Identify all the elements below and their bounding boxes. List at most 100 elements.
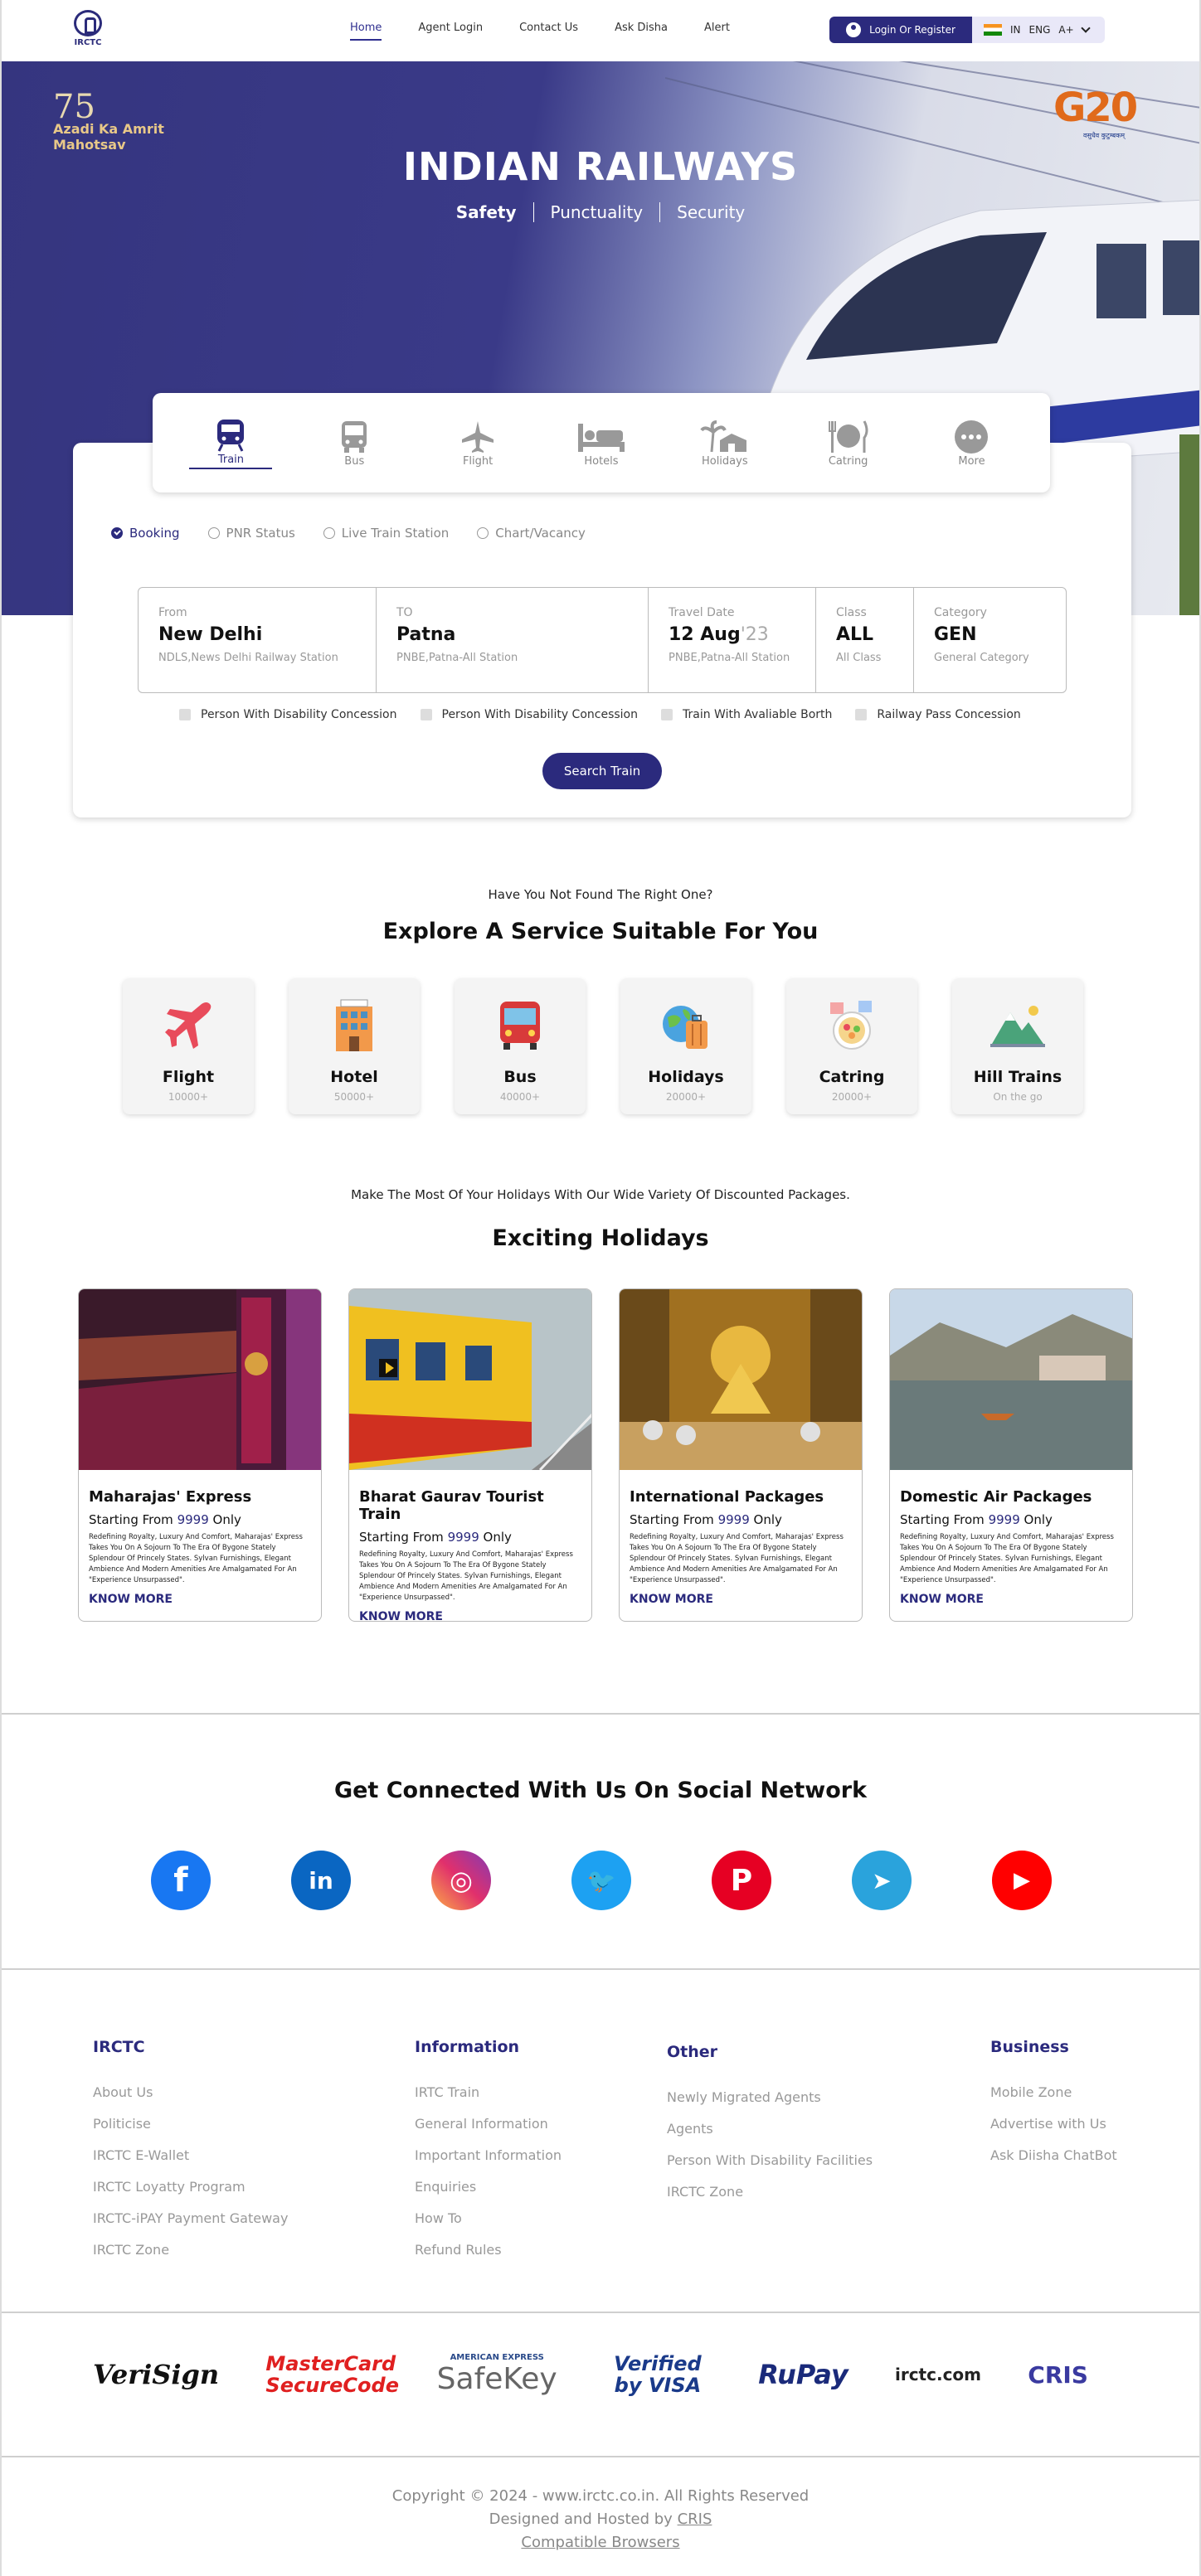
hero-title: INDIAN RAILWAYS	[402, 144, 799, 189]
holiday-card[interactable]: Bharat Gaurav Tourist Train Starting Fro…	[348, 1288, 592, 1622]
nav-alert[interactable]: Alert	[704, 22, 730, 41]
cris-link[interactable]: CRIS	[678, 2511, 712, 2528]
twitter-icon[interactable]: 🐦	[571, 1851, 631, 1910]
know-more-link[interactable]: KNOW MORE	[630, 1593, 852, 1606]
footer-link[interactable]: About Us	[93, 2084, 288, 2100]
radio-booking[interactable]: Booking	[111, 526, 180, 541]
footer-link[interactable]: Enquiries	[415, 2179, 562, 2195]
travel-date-field[interactable]: Travel Date 12 Aug'23 PNBE,Patna-All Sta…	[649, 588, 816, 692]
service-name: Holidays	[648, 1068, 724, 1086]
footer-link[interactable]: IRCTC-iPAY Payment Gateway	[93, 2210, 288, 2226]
login-register-button[interactable]: Login Or Register	[829, 17, 972, 43]
from-sub: NDLS,News Delhi Railway Station	[158, 652, 338, 664]
checkbox-available-berth[interactable]: Train With Avaliable Borth	[661, 708, 832, 721]
category-field[interactable]: Category GEN General Category	[914, 588, 1066, 692]
checkbox-disability-concession[interactable]: Person With Disability Concession	[179, 708, 397, 721]
service-flight[interactable]: Flight 10000+	[123, 978, 254, 1114]
service-count: 50000+	[333, 1091, 375, 1103]
footer-link[interactable]: Refund Rules	[415, 2242, 562, 2258]
radio-chart-vacancy[interactable]: Chart/Vacancy	[477, 526, 586, 541]
know-more-link[interactable]: KNOW MORE	[89, 1593, 311, 1606]
footer-link[interactable]: Mobile Zone	[990, 2084, 1117, 2100]
class-field[interactable]: Class ALL All Class	[816, 588, 914, 692]
international-packages-image	[620, 1289, 862, 1470]
telegram-icon[interactable]: ➤	[852, 1851, 912, 1910]
subtitle-security: Security	[659, 202, 761, 222]
language-selector[interactable]: IN ENG A+	[972, 17, 1105, 43]
tab-bus[interactable]: Bus	[313, 419, 396, 468]
subtitle-punctuality: Punctuality	[532, 202, 660, 222]
class-sub: All Class	[836, 652, 882, 664]
facebook-icon[interactable]: f	[151, 1851, 211, 1910]
service-catering[interactable]: Catring 20000+	[786, 978, 917, 1114]
checkbox-disability-concession-2[interactable]: Person With Disability Concession	[420, 708, 638, 721]
nav-home[interactable]: Home	[350, 22, 382, 41]
footer-link[interactable]: General Information	[415, 2116, 562, 2132]
tab-hotels[interactable]: Hotels	[560, 419, 643, 468]
font-size-toggle[interactable]: A+	[1058, 24, 1073, 36]
holiday-card[interactable]: Domestic Air Packages Starting From 9999…	[889, 1288, 1133, 1622]
youtube-icon[interactable]: ▶	[992, 1851, 1052, 1910]
footer-link[interactable]: Politicise	[93, 2116, 288, 2132]
footer-link[interactable]: Important Information	[415, 2147, 562, 2163]
nav-contact-us[interactable]: Contact Us	[519, 22, 578, 41]
footer-link[interactable]: IRCTC Zone	[93, 2242, 288, 2258]
user-icon	[846, 22, 862, 37]
catering-icon	[828, 420, 868, 453]
footer-link[interactable]: Ask Diisha ChatBot	[990, 2147, 1117, 2163]
holiday-card[interactable]: Maharajas' Express Starting From 9999 On…	[78, 1288, 322, 1622]
amex-label: AMERICAN EXPRESS	[450, 2353, 544, 2362]
nav-ask-disha[interactable]: Ask Disha	[615, 22, 668, 41]
pinterest-icon[interactable]: P	[712, 1851, 771, 1910]
radio-label: Live Train Station	[341, 526, 450, 541]
tab-flight[interactable]: Flight	[436, 419, 519, 468]
field-label: Category	[934, 606, 987, 619]
amex-safekey-logo: AMERICAN EXPRESS SafeKey	[437, 2353, 557, 2396]
tab-catering[interactable]: Catring	[807, 419, 890, 468]
category-sub: General Category	[934, 652, 1029, 664]
booking-mode-radios: Booking PNR Status Live Train Station Ch…	[111, 526, 614, 541]
divider	[2, 1968, 1199, 1970]
footer-link[interactable]: IRCTC E-Wallet	[93, 2147, 288, 2163]
tab-more[interactable]: More	[930, 419, 1013, 468]
compatible-browsers-link[interactable]: Compatible Browsers	[521, 2534, 679, 2551]
know-more-link[interactable]: KNOW MORE	[359, 1610, 581, 1621]
bharat-gaurav-train-image	[349, 1289, 591, 1472]
footer-link[interactable]: IRCTC Loyatty Program	[93, 2179, 288, 2195]
g20-text: G20	[1053, 85, 1138, 131]
holiday-card[interactable]: International Packages Starting From 999…	[619, 1288, 863, 1622]
to-field[interactable]: TO Patna PNBE,Patna-All Station	[377, 588, 649, 692]
tab-holidays[interactable]: Holidays	[683, 419, 766, 468]
service-hotel[interactable]: Hotel 50000+	[289, 978, 420, 1114]
service-holidays[interactable]: Holidays 20000+	[620, 978, 751, 1114]
footer-heading: Business	[990, 2038, 1069, 2056]
footer-link[interactable]: Person With Disability Facilities	[667, 2152, 873, 2168]
footer-link[interactable]: Newly Migrated Agents	[667, 2089, 873, 2105]
search-train-button[interactable]: Search Train	[542, 753, 662, 789]
footer-link[interactable]: IRTC Train	[415, 2084, 562, 2100]
linkedin-icon[interactable]: in	[291, 1851, 351, 1910]
nav-agent-login[interactable]: Agent Login	[418, 22, 483, 41]
footer-link[interactable]: IRCTC Zone	[667, 2184, 873, 2200]
service-hill-trains[interactable]: Hill Trains On the go	[952, 978, 1083, 1114]
card-price: Starting From 9999 Only	[359, 1530, 581, 1545]
tab-train[interactable]: Train	[189, 417, 273, 469]
service-name: Catring	[819, 1068, 885, 1086]
from-field[interactable]: From New Delhi NDLS,News Delhi Railway S…	[139, 588, 377, 692]
irctc-logo[interactable]: IRCTC	[71, 10, 105, 51]
checkbox-label: Train With Avaliable Borth	[683, 708, 833, 721]
footer-link[interactable]: Agents	[667, 2121, 873, 2137]
know-more-link[interactable]: KNOW MORE	[900, 1593, 1122, 1606]
logo-text: IRCTC	[74, 38, 102, 47]
footer-link[interactable]: Advertise with Us	[990, 2116, 1117, 2132]
service-bus[interactable]: Bus 40000+	[455, 978, 586, 1114]
radio-live-train-station[interactable]: Live Train Station	[323, 526, 450, 541]
date-day-month: 12 Aug	[669, 624, 741, 645]
hosted-label: Designed and Hosted by	[489, 2511, 673, 2528]
footer-heading: Information	[415, 2038, 520, 2056]
service-name: Hill Trains	[973, 1068, 1062, 1086]
instagram-icon[interactable]: ◎	[431, 1851, 491, 1910]
footer-link[interactable]: How To	[415, 2210, 562, 2226]
checkbox-railway-pass[interactable]: Railway Pass Concession	[855, 708, 1021, 721]
radio-pnr-status[interactable]: PNR Status	[207, 526, 295, 541]
